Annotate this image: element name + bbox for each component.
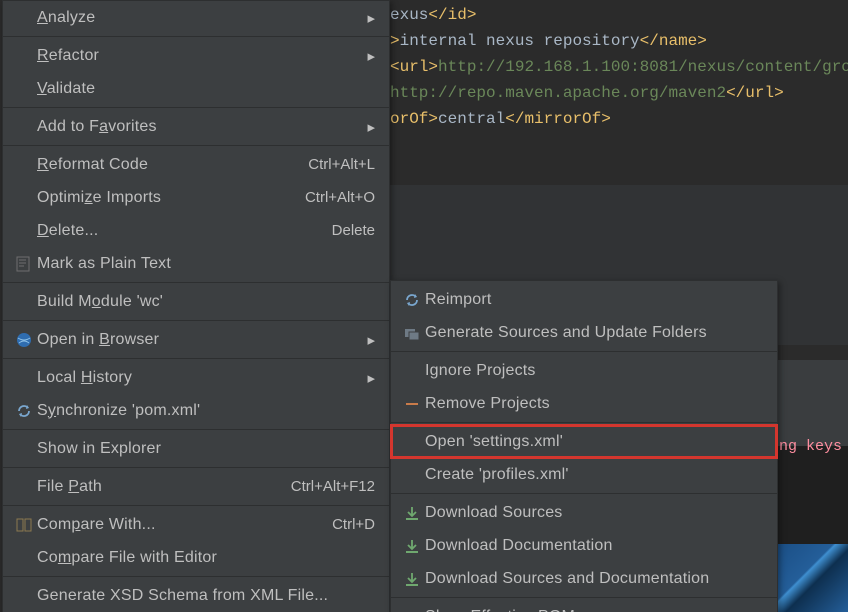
menu-shortcut: Ctrl+Alt+L — [308, 156, 375, 173]
menu-label: Delete... — [35, 222, 332, 240]
menu-shortcut: Delete — [332, 222, 375, 239]
menu-label: Generate XSD Schema from XML File... — [35, 587, 375, 605]
folders-icon — [401, 325, 423, 341]
menu-analyze[interactable]: AAnalyzenalyze ▸ — [3, 1, 389, 34]
menu-synchronize[interactable]: Synchronize 'pom.xml' — [3, 394, 389, 427]
menu-open-browser[interactable]: Open in Browser ▸ — [3, 323, 389, 356]
refresh-icon — [13, 403, 35, 419]
menu-label: Show Effective POM — [423, 608, 763, 612]
submenu-arrow-icon: ▸ — [365, 118, 375, 136]
menu-label: Local History — [35, 369, 365, 387]
editor-code: exus</id> >internal nexus repository</na… — [390, 0, 848, 132]
menu-create-profiles-xml[interactable]: Create 'profiles.xml' — [391, 458, 777, 491]
refresh-icon — [401, 292, 423, 308]
submenu-arrow-icon: ▸ — [365, 331, 375, 349]
menu-label: Download Sources — [423, 504, 763, 522]
menu-download-sources[interactable]: Download Sources — [391, 496, 777, 529]
menu-label: Reimport — [423, 291, 763, 309]
menu-label: Compare File with Editor — [35, 549, 375, 567]
menu-reformat-code[interactable]: Reformat Code Ctrl+Alt+L — [3, 148, 389, 181]
browser-icon — [13, 332, 35, 348]
menu-label: Download Documentation — [423, 537, 763, 555]
menu-ignore-projects[interactable]: Ignore Projects — [391, 354, 777, 387]
minus-icon — [401, 396, 423, 412]
menu-build-module[interactable]: Build Module 'wc' — [3, 285, 389, 318]
menu-label: Refactor — [35, 47, 365, 65]
menu-download-sources-docs[interactable]: Download Sources and Documentation — [391, 562, 777, 595]
download-icon — [401, 538, 423, 554]
context-menu-main: AAnalyzenalyze ▸ Refactor ▸ Validate Add… — [2, 0, 390, 612]
download-icon — [401, 571, 423, 587]
menu-label: Compare With... — [35, 516, 332, 534]
menu-label: File Path — [35, 478, 291, 496]
menu-optimize-imports[interactable]: Optimize Imports Ctrl+Alt+O — [3, 181, 389, 214]
menu-label: Download Sources and Documentation — [423, 570, 763, 588]
menu-compare-editor[interactable]: Compare File with Editor — [3, 541, 389, 574]
menu-refactor[interactable]: Refactor ▸ — [3, 39, 389, 72]
menu-label: Reformat Code — [35, 156, 308, 174]
menu-shortcut: Ctrl+D — [332, 516, 375, 533]
menu-label: Show in Explorer — [35, 440, 375, 458]
menu-compare-with[interactable]: Compare With... Ctrl+D — [3, 508, 389, 541]
menu-label: Create 'profiles.xml' — [423, 466, 763, 484]
menu-label: Generate Sources and Update Folders — [423, 324, 763, 342]
menu-label: AAnalyzenalyze — [35, 9, 365, 27]
menu-show-effective-pom[interactable]: Show Effective POM — [391, 600, 777, 612]
menu-mark-plain-text[interactable]: Mark as Plain Text — [3, 247, 389, 280]
background-text: ng keys — [779, 438, 842, 455]
menu-label: Remove Projects — [423, 395, 763, 413]
diff-icon — [13, 517, 35, 533]
submenu-arrow-icon: ▸ — [365, 369, 375, 387]
menu-delete[interactable]: Delete... Delete — [3, 214, 389, 247]
menu-label: Ignore Projects — [423, 362, 763, 380]
submenu-arrow-icon: ▸ — [365, 47, 375, 65]
menu-label: Add to Favorites — [35, 118, 365, 136]
submenu-arrow-icon: ▸ — [365, 9, 375, 27]
menu-label: Open 'settings.xml' — [423, 433, 763, 451]
menu-label: Validate — [35, 80, 375, 98]
background-tile — [778, 544, 848, 612]
plaintext-icon — [13, 256, 35, 272]
download-icon — [401, 505, 423, 521]
menu-label: Optimize Imports — [35, 189, 305, 207]
menu-validate[interactable]: Validate — [3, 72, 389, 105]
menu-show-explorer[interactable]: Show in Explorer — [3, 432, 389, 465]
menu-remove-projects[interactable]: Remove Projects — [391, 387, 777, 420]
menu-label: Synchronize 'pom.xml' — [35, 402, 375, 420]
menu-open-settings-xml[interactable]: Open 'settings.xml' — [391, 425, 777, 458]
menu-generate-xsd[interactable]: Generate XSD Schema from XML File... — [3, 579, 389, 612]
menu-shortcut: Ctrl+Alt+F12 — [291, 478, 375, 495]
menu-reimport[interactable]: Reimport — [391, 283, 777, 316]
menu-add-favorites[interactable]: Add to Favorites ▸ — [3, 110, 389, 143]
menu-local-history[interactable]: Local History ▸ — [3, 361, 389, 394]
menu-generate-sources[interactable]: Generate Sources and Update Folders — [391, 316, 777, 349]
menu-label: Build Module 'wc' — [35, 293, 375, 311]
menu-shortcut: Ctrl+Alt+O — [305, 189, 375, 206]
menu-label: Open in Browser — [35, 331, 365, 349]
menu-label: Mark as Plain Text — [35, 255, 375, 273]
menu-download-docs[interactable]: Download Documentation — [391, 529, 777, 562]
menu-file-path[interactable]: File Path Ctrl+Alt+F12 — [3, 470, 389, 503]
context-menu-maven: Reimport Generate Sources and Update Fol… — [390, 280, 778, 612]
